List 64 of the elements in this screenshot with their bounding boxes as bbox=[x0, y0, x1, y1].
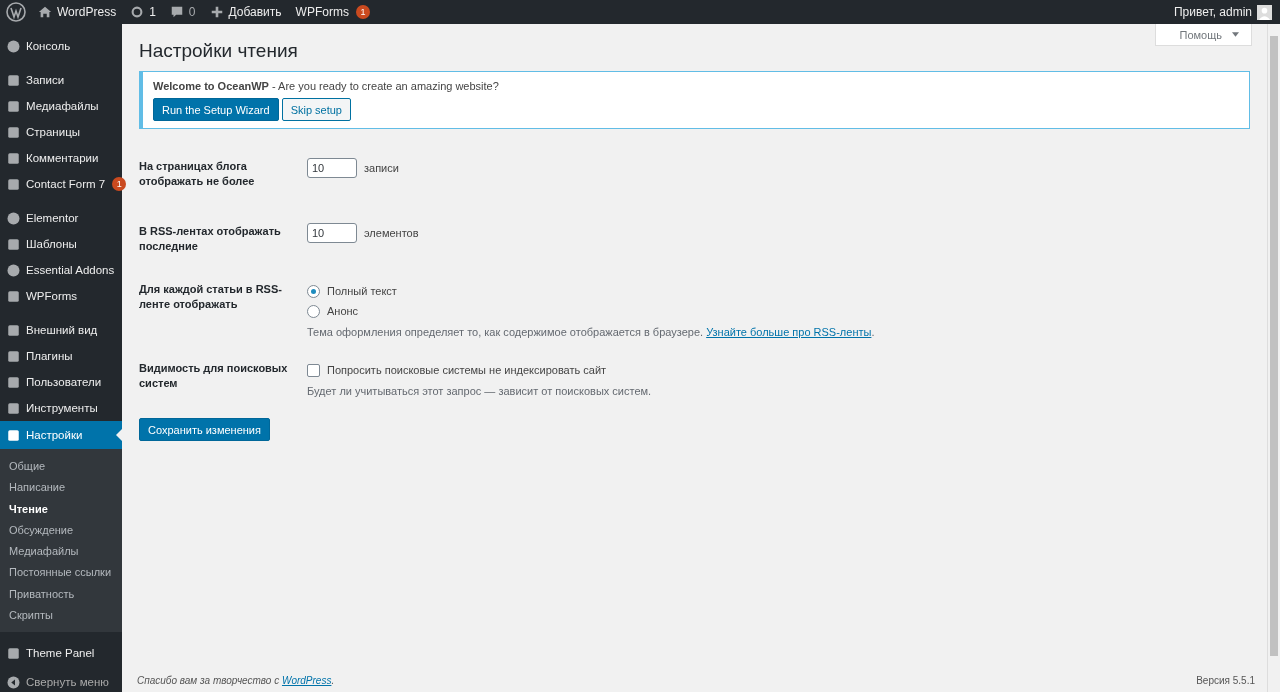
version-text: Версия 5.5.1 bbox=[1196, 674, 1255, 686]
notification-badge: 1 bbox=[112, 177, 127, 191]
wpforms-link[interactable]: WPForms 1 bbox=[295, 5, 370, 19]
caret-icon bbox=[1232, 32, 1239, 37]
updates-link[interactable]: 1 bbox=[130, 5, 156, 19]
description-text: Тема оформления определяет то, как содержимое отображается в браузере. Узнайте больше про RSS-ленты. bbox=[307, 326, 876, 338]
menu-item[interactable]: WPForms bbox=[0, 283, 122, 309]
footer-text: Спасибо вам за творчество с WordPress. bbox=[137, 674, 335, 686]
wordpress-logo-icon[interactable] bbox=[6, 2, 26, 22]
scrollbar[interactable] bbox=[1267, 24, 1280, 692]
checkbox[interactable] bbox=[307, 363, 320, 377]
option-label: Полный текст bbox=[327, 285, 397, 297]
collapse-menu-button[interactable]: Свернуть меню bbox=[0, 672, 122, 692]
menu-item[interactable]: Плагины bbox=[0, 343, 122, 369]
notice-button[interactable]: Run the Setup Wizard bbox=[153, 98, 279, 121]
home-icon bbox=[38, 5, 52, 19]
menu-item[interactable]: Essential Addons bbox=[0, 257, 122, 283]
page-title: Настройки чтения bbox=[139, 40, 298, 62]
menu-item[interactable]: Шаблоны bbox=[0, 231, 122, 257]
circle-logo-icon bbox=[6, 210, 21, 226]
menu-item[interactable]: Elementor bbox=[0, 205, 122, 231]
comments-link[interactable]: 0 bbox=[169, 5, 196, 19]
submenu-item[interactable]: Написание bbox=[0, 477, 122, 499]
menu-item[interactable]: Медиафайлы bbox=[0, 93, 122, 119]
submenu-item[interactable]: Чтение bbox=[0, 498, 122, 520]
setting-label: На страницах блога отображать не более bbox=[139, 159, 256, 189]
menu-item[interactable]: Страницы bbox=[0, 119, 122, 145]
menu-item[interactable]: Внешний вид bbox=[0, 317, 122, 343]
submenu-item[interactable]: Обсуждение bbox=[0, 519, 122, 542]
submenu-item[interactable]: Медиафайлы bbox=[0, 541, 122, 563]
radio-button[interactable] bbox=[307, 304, 320, 318]
notice-text: Welcome to OceanWP - Are you ready to create an amazing website? bbox=[153, 80, 500, 92]
radio-button[interactable] bbox=[307, 284, 320, 298]
save-button[interactable]: Сохранить изменения bbox=[139, 418, 270, 441]
description-text: Будет ли учитываться этот запрос — зависит от поисковых систем. bbox=[307, 385, 653, 397]
menu-item[interactable]: Инструменты bbox=[0, 395, 122, 421]
notice-button[interactable]: Skip setup bbox=[281, 98, 351, 121]
menu-item[interactable]: Theme Panel bbox=[0, 640, 122, 667]
option-label: Попросить поисковые системы не индексировать сайт bbox=[327, 364, 607, 376]
circle-logo-icon bbox=[6, 262, 21, 278]
add-new-link[interactable]: Добавить bbox=[209, 5, 282, 19]
avatar-icon bbox=[1257, 4, 1272, 20]
account-link[interactable]: Привет, admin bbox=[1173, 4, 1272, 20]
menu-item[interactable]: Консоль bbox=[0, 33, 122, 59]
unit-label: записи bbox=[364, 162, 399, 174]
setting-label: Для каждой статьи в RSS-ленте отображать bbox=[139, 282, 283, 312]
unit-label: элементов bbox=[364, 227, 419, 239]
site-link[interactable]: WordPress bbox=[38, 5, 117, 19]
help-button[interactable]: Помощь bbox=[1154, 24, 1252, 46]
notification-badge: 1 bbox=[355, 5, 370, 19]
submenu-item[interactable]: Скрипты bbox=[0, 605, 122, 627]
submenu-item[interactable]: Приватность bbox=[0, 583, 122, 606]
menu-item[interactable]: Записи bbox=[0, 67, 122, 93]
setting-label: В RSS-лентах отображать последние bbox=[139, 224, 282, 254]
number-input[interactable]: 10 bbox=[307, 223, 357, 243]
number-input[interactable]: 10 bbox=[307, 158, 357, 178]
option-label: Анонс bbox=[327, 305, 359, 317]
submenu-item[interactable]: Постоянные ссылки bbox=[0, 562, 122, 584]
submenu-item[interactable]: Общие bbox=[0, 456, 122, 478]
plus-icon bbox=[209, 5, 224, 19]
setting-label: Видимость для поисковых систем bbox=[139, 361, 289, 391]
menu-item[interactable]: Пользователи bbox=[0, 369, 122, 395]
menu-item[interactable]: Комментарии bbox=[0, 145, 122, 171]
menu-item[interactable]: Настройки bbox=[0, 421, 122, 449]
